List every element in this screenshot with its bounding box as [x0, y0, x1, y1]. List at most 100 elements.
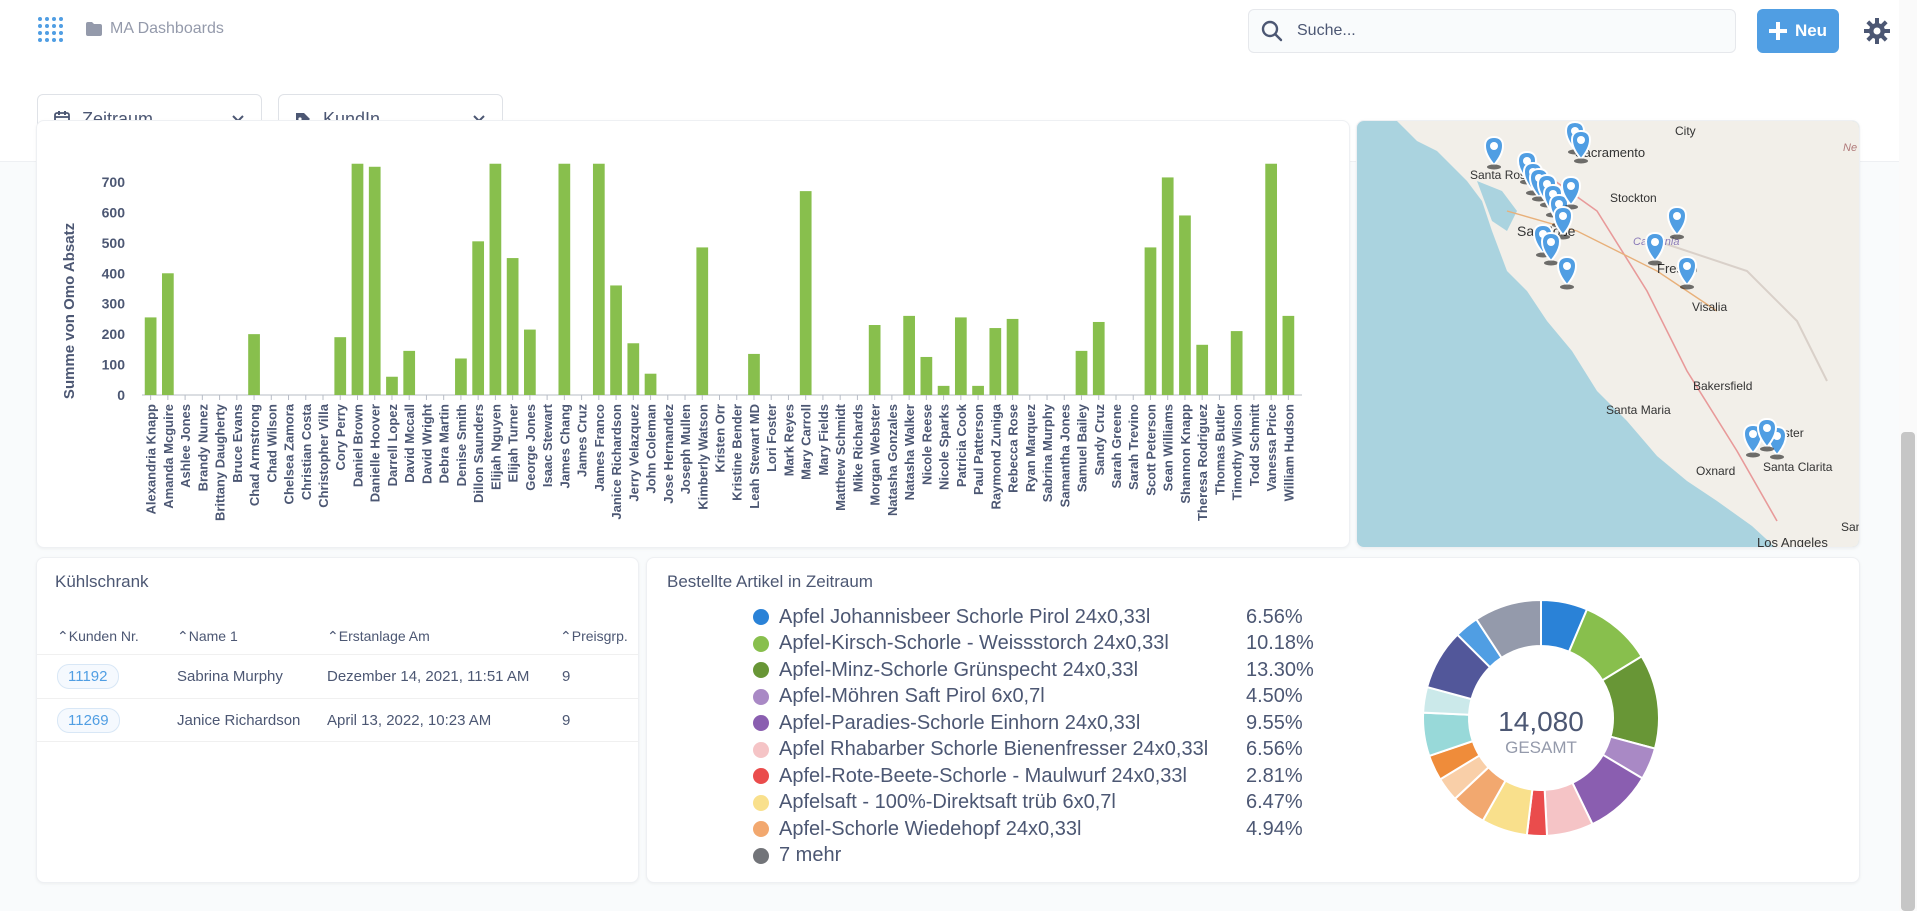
x-tick-label: Mark Reyes [781, 404, 796, 476]
bar[interactable] [144, 317, 157, 395]
legend-percent: 4.94% [1246, 817, 1303, 840]
map-label-san: San [1841, 520, 1860, 534]
bar[interactable] [1230, 331, 1243, 395]
legend-color-dot [753, 662, 769, 678]
y-tick-label: 700 [102, 174, 126, 190]
legend-item[interactable]: Apfelsaft - 100%-Direktsaft trüb 6x0,7l 6… [753, 790, 1313, 816]
x-tick-label: Elijah Turner [506, 404, 521, 483]
bar[interactable] [506, 258, 519, 395]
bar[interactable] [592, 163, 605, 395]
bar[interactable] [334, 337, 347, 395]
bar[interactable] [989, 328, 1002, 395]
price-group: 9 [562, 712, 571, 729]
bar[interactable] [558, 163, 571, 395]
bar[interactable] [1196, 344, 1209, 395]
bar[interactable] [1006, 318, 1019, 395]
created-date: April 13, 2022, 10:23 AM [327, 712, 492, 729]
x-tick-label: Dillon Saunders [471, 404, 486, 503]
bar[interactable] [161, 273, 174, 395]
bar[interactable] [954, 317, 967, 395]
x-tick-label: Elijah Nguyen [488, 404, 503, 490]
scrollbar-thumb[interactable] [1901, 432, 1915, 911]
search-input[interactable]: Suche... [1248, 9, 1736, 53]
customer-name: Sabrina Murphy [177, 668, 283, 685]
legend-item[interactable]: Apfel-Schorle Wiedehopf 24x0,33l 4.94% [753, 816, 1313, 842]
column-header-kunden-nr[interactable]: ⌃Kunden Nr. [57, 628, 139, 645]
legend-item[interactable]: Apfel Rhabarber Schorle Bienenfresser 24… [753, 737, 1313, 763]
legend-item[interactable]: 7 mehr [753, 843, 1313, 869]
bar[interactable] [644, 373, 657, 395]
bar[interactable] [1161, 177, 1174, 395]
bar[interactable] [610, 285, 622, 395]
x-tick-label: Chad Armstrong [247, 404, 262, 506]
bar[interactable] [1075, 350, 1088, 395]
x-tick-label: William Hudson [1281, 404, 1296, 501]
bar[interactable] [1092, 321, 1105, 395]
x-tick-label: Sandy Cruz [1092, 404, 1107, 476]
bar[interactable] [472, 241, 485, 395]
legend-color-dot [753, 635, 769, 652]
column-header-preisgrp[interactable]: ⌃Preisgrp. [560, 628, 628, 645]
legend-item[interactable]: Apfel-Möhren Saft Pirol 6x0,7l 4.50% [753, 684, 1313, 710]
bar[interactable] [248, 334, 260, 395]
bar[interactable] [972, 385, 984, 395]
legend-item[interactable]: Apfel-Rote-Beete-Schorle - Maulwurf 24x0… [753, 763, 1313, 789]
x-tick-label: Scott Peterson [1143, 404, 1158, 496]
x-tick-label: Theresa Rodriguez [1195, 404, 1210, 522]
donut-total-label: GESAMT [1505, 738, 1577, 757]
x-tick-label: Daniel Brown [350, 404, 365, 487]
bar[interactable] [748, 353, 760, 395]
bar[interactable] [1282, 315, 1295, 395]
legend-color-dot [753, 688, 769, 705]
map-card[interactable]: Sacramento City Santa Rosa Stockton San … [1356, 120, 1860, 548]
customer-id-link[interactable]: 11269 [57, 708, 120, 733]
column-header-name[interactable]: ⌃Name 1 [177, 628, 238, 645]
bar[interactable] [386, 376, 398, 395]
legend-item[interactable]: Apfel-Paradies-Schorle Einhorn 24x0,33l 9… [753, 710, 1313, 736]
x-tick-label: Brittany Daugherty [213, 403, 228, 521]
bar[interactable] [1144, 247, 1157, 395]
bar[interactable] [868, 325, 881, 395]
bar[interactable] [368, 166, 381, 395]
bar[interactable] [937, 385, 950, 395]
legend-label: Apfel Johannisbeer Schorle Pirol 24x0,33… [779, 605, 1151, 628]
bar[interactable] [1265, 163, 1278, 395]
table-row[interactable]: 11192 Sabrina Murphy Dezember 14, 2021, … [37, 654, 638, 698]
legend-item[interactable]: Apfel-Minz-Schorle Grünspecht 24x0,33l 13… [753, 657, 1314, 683]
bar[interactable] [696, 247, 709, 395]
bar[interactable] [799, 191, 812, 395]
logo-icon[interactable] [36, 14, 68, 46]
x-tick-label: Patricia Cook [954, 403, 969, 487]
bar[interactable] [903, 315, 915, 395]
bar[interactable] [1179, 215, 1191, 395]
gear-icon[interactable] [1864, 18, 1890, 44]
column-header-erstanlage[interactable]: ⌃Erstanlage Am [327, 628, 430, 645]
bar[interactable] [351, 163, 364, 395]
bar[interactable] [455, 358, 467, 395]
bar[interactable] [489, 163, 502, 395]
map-label-bakersfield: Bakersfield [1693, 379, 1752, 393]
legend-color-dot [753, 794, 769, 811]
x-tick-label: Samantha Jones [1057, 404, 1072, 507]
breadcrumb[interactable]: MA Dashboards [86, 20, 224, 38]
table-row[interactable]: 11269 Janice Richardson April 13, 2022, … [37, 698, 638, 742]
new-button[interactable]: Neu [1757, 9, 1839, 53]
x-tick-label: Samuel Bailey [1075, 403, 1090, 492]
legend-label: Apfel-Schorle Wiedehopf 24x0,33l [779, 817, 1082, 840]
map-canvas[interactable]: Sacramento City Santa Rosa Stockton San … [1357, 121, 1860, 548]
bar[interactable] [524, 329, 536, 395]
legend-item[interactable]: Apfel Johannisbeer Schorle Pirol 24x0,33… [753, 604, 1313, 630]
x-tick-label: Cory Perry [333, 403, 348, 470]
bar[interactable] [920, 356, 933, 395]
map-label-ne: Ne [1843, 142, 1857, 154]
bar[interactable] [627, 343, 640, 395]
bar-chart[interactable]: 0 100 200 300 400 500 600 700 Summe von Omo Absa… [37, 121, 1350, 548]
legend-item[interactable]: Apfel-Kirsch-Schorle - Weissstorch 24x0,… [753, 631, 1314, 657]
legend-percent: 13.30% [1246, 658, 1314, 681]
x-tick-label: Sabrina Murphy [1040, 403, 1055, 502]
x-tick-label: David Mccall [402, 404, 417, 483]
bar[interactable] [403, 350, 416, 395]
pie-chart-card: Bestellte Artikel in Zeitraum Apfel Joha… [646, 557, 1860, 883]
x-tick-label: Timothy Wilson [1230, 404, 1245, 500]
customer-id-link[interactable]: 11192 [57, 664, 119, 689]
